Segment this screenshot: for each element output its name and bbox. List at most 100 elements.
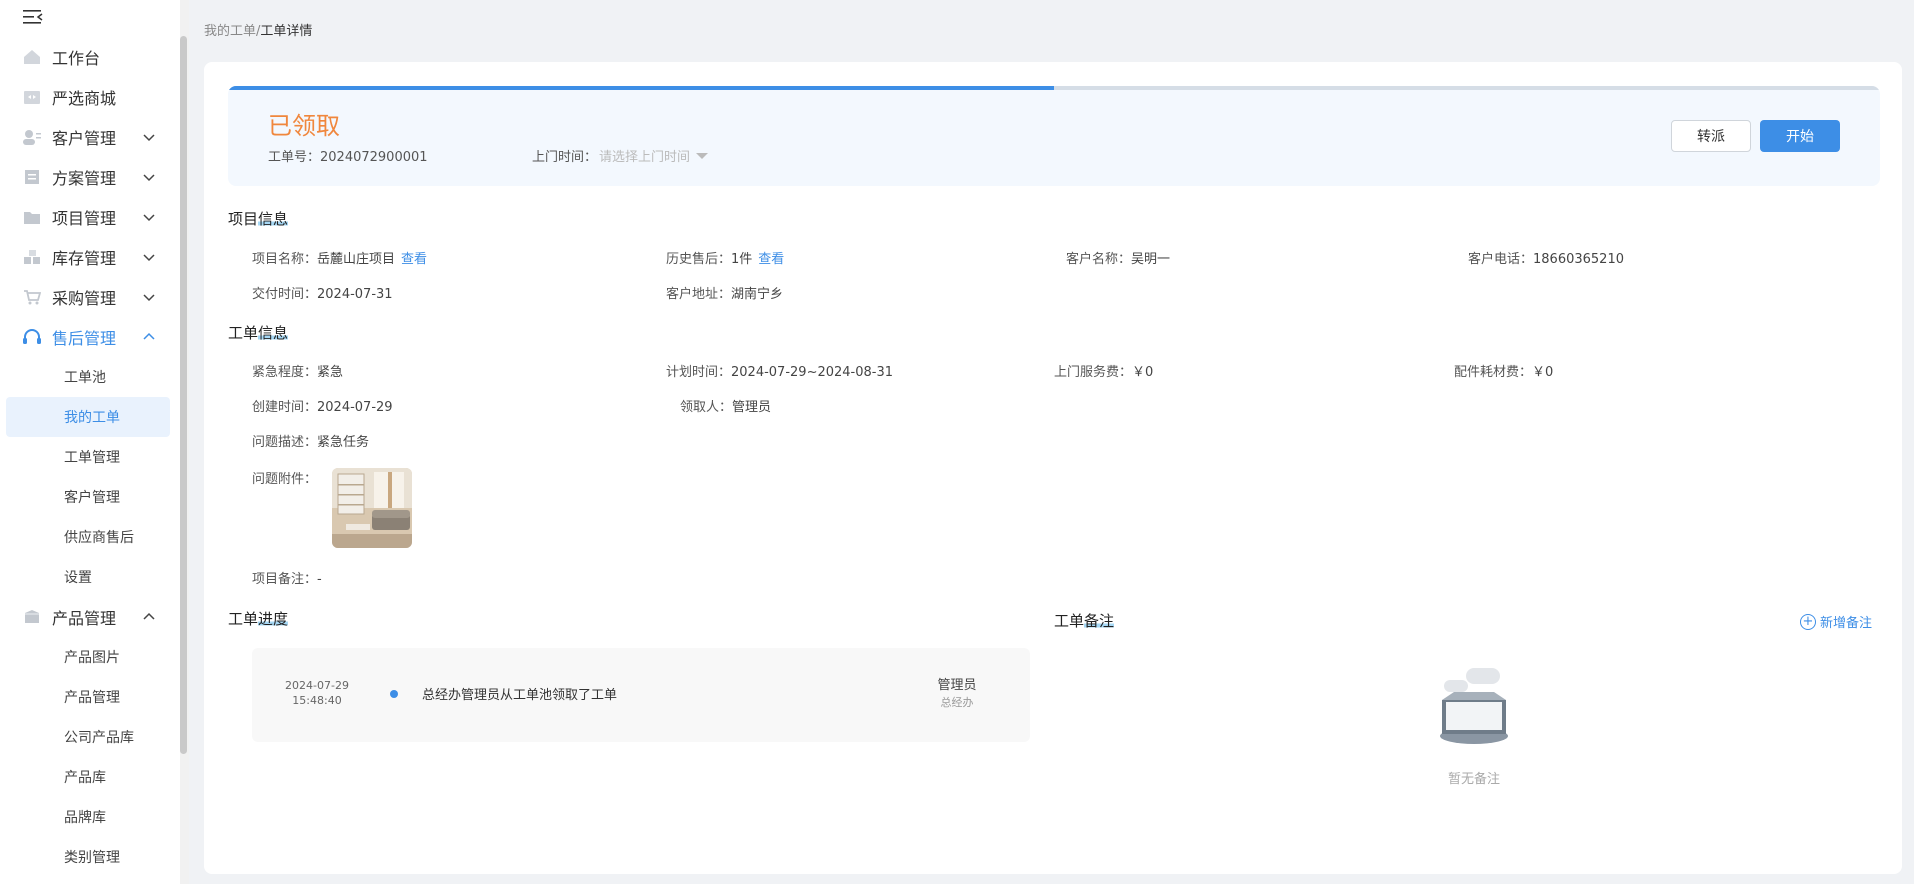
sidebar: 工作台 严选商城 客户管理 方案管理 项目管理 库存管理 采购管理 售后管理 工… — [0, 0, 180, 884]
sidebar-menu: 工作台 严选商城 客户管理 方案管理 项目管理 库存管理 采购管理 售后管理 工… — [0, 37, 178, 877]
sidebar-item-mall[interactable]: 严选商城 — [0, 77, 178, 117]
inventory-icon — [22, 248, 42, 266]
attachment-thumbnail[interactable] — [332, 468, 412, 548]
created-time-field: 创建时间：2024-07-29 — [252, 396, 393, 415]
section-title-text: 工单 — [228, 610, 259, 628]
sidebar-item-label: 售后管理 — [52, 329, 117, 348]
home-icon — [22, 48, 42, 66]
section-title-highlight: 信息 — [258, 324, 289, 342]
headset-icon — [22, 328, 42, 346]
timeline-date: 2024-07-29 — [285, 679, 349, 692]
timeline-user: 管理员 — [937, 678, 977, 693]
sidebar-item-label: 严选商城 — [52, 89, 117, 108]
field-label: 问题描述： — [252, 435, 318, 450]
timeline-dot-icon — [390, 690, 398, 698]
chevron-down-icon — [143, 294, 155, 302]
sidebar-item-label: 产品管理 — [52, 609, 117, 628]
sidebar-item-products[interactable]: 产品管理 — [0, 597, 178, 637]
chevron-up-icon — [143, 332, 155, 340]
delivery-time-field: 交付时间：2024-07-31 — [252, 283, 393, 302]
field-label: 配件耗材费： — [1454, 365, 1533, 380]
plus-circle-icon: + — [1800, 613, 1816, 630]
status-card: 已领取 工单号：2024072900001 上门时间： 请选择上门时间 转派 开… — [228, 86, 1880, 186]
sidebar-sub-my-orders[interactable]: 我的工单 — [6, 397, 170, 437]
sidebar-item-label: 项目管理 — [52, 209, 117, 228]
chevron-down-icon — [143, 134, 155, 142]
sidebar-sub-settings[interactable]: 设置 — [0, 557, 178, 597]
breadcrumb-current: 工单详情 — [260, 24, 313, 39]
field-label: 领取人： — [680, 400, 733, 415]
customer-phone-field: 客户电话：18660365210 — [1468, 248, 1624, 267]
field-value: 2024-07-29~2024-08-31 — [731, 365, 894, 380]
project-info-title: 项目信息 — [228, 208, 289, 229]
urgency-field: 紧急程度：紧急 — [252, 361, 343, 380]
section-title-highlight: 备注 — [1084, 612, 1115, 630]
sidebar-sub-category-management[interactable]: 类别管理 — [0, 837, 178, 877]
order-notes-title: 工单备注 — [1054, 610, 1115, 631]
field-label: 客户电话： — [1468, 252, 1534, 267]
start-button[interactable]: 开始 — [1760, 120, 1840, 152]
field-label: 紧急程度： — [252, 365, 318, 380]
field-value: ￥0 — [1132, 365, 1154, 380]
caret-down-icon[interactable] — [696, 152, 709, 159]
view-project-link[interactable]: 查看 — [401, 252, 427, 267]
field-label: 创建时间： — [252, 400, 318, 415]
field-value: 管理员 — [732, 400, 772, 415]
sidebar-item-projects[interactable]: 项目管理 — [0, 197, 178, 237]
field-value: 湖南宁乡 — [731, 287, 784, 302]
progress-timeline: 2024-07-29 15:48:40 总经办管理员从工单池领取了工单 管理员 … — [252, 648, 1030, 742]
sidebar-item-workbench[interactable]: 工作台 — [0, 37, 178, 77]
field-label: 问题附件： — [252, 472, 318, 487]
sidebar-sub-brand-library[interactable]: 品牌库 — [0, 797, 178, 837]
field-value: 吴明一 — [1131, 252, 1171, 267]
sidebar-sub-order-management[interactable]: 工单管理 — [0, 437, 178, 477]
sidebar-item-label: 库存管理 — [52, 249, 117, 268]
sidebar-sub-company-products[interactable]: 公司产品库 — [0, 717, 178, 757]
sidebar-item-inventory[interactable]: 库存管理 — [0, 237, 178, 277]
sidebar-item-customers[interactable]: 客户管理 — [0, 117, 178, 157]
breadcrumb-parent[interactable]: 我的工单 — [204, 24, 256, 39]
timeline-event-text: 总经办管理员从工单池领取了工单 — [422, 688, 618, 703]
status-title: 已领取 — [268, 112, 340, 140]
sidebar-sub-product-management[interactable]: 产品管理 — [0, 677, 178, 717]
field-value: - — [317, 572, 322, 587]
field-value: 2024-07-29 — [317, 400, 393, 415]
sidebar-sub-customer-management[interactable]: 客户管理 — [0, 477, 178, 517]
project-name-field: 项目名称：岳麓山庄项目 查看 — [252, 248, 427, 267]
scheme-icon — [22, 168, 42, 186]
sidebar-sub-product-library[interactable]: 产品库 — [0, 757, 178, 797]
plan-time-field: 计划时间：2024-07-29~2024-08-31 — [666, 361, 893, 380]
status-progress-track — [228, 86, 1880, 90]
sidebar-sub-order-pool[interactable]: 工单池 — [0, 357, 178, 397]
history-aftersales-field: 历史售后：1件 查看 — [666, 248, 784, 267]
sidebar-item-aftersales[interactable]: 售后管理 — [0, 317, 178, 357]
box-icon — [22, 608, 42, 626]
customer-address-field: 客户地址：湖南宁乡 — [666, 283, 783, 302]
section-title-highlight: 进度 — [258, 610, 289, 628]
chevron-up-icon — [143, 612, 155, 620]
visit-time-select[interactable]: 请选择上门时间 — [599, 146, 690, 165]
menu-collapse-icon[interactable] — [22, 8, 44, 26]
order-info-title: 工单信息 — [228, 322, 289, 343]
section-title-highlight: 信息 — [258, 210, 289, 228]
sidebar-item-schemes[interactable]: 方案管理 — [0, 157, 178, 197]
order-number: 工单号：2024072900001 — [268, 146, 428, 165]
section-title-text: 工单 — [228, 324, 259, 342]
transfer-button[interactable]: 转派 — [1671, 120, 1751, 152]
sidebar-sub-supplier-aftersales[interactable]: 供应商售后 — [0, 517, 178, 557]
view-history-link[interactable]: 查看 — [758, 252, 784, 267]
status-progress-fill — [228, 86, 1054, 90]
sidebar-item-label: 采购管理 — [52, 289, 117, 308]
sidebar-item-purchasing[interactable]: 采购管理 — [0, 277, 178, 317]
sidebar-item-label: 方案管理 — [52, 169, 117, 188]
sidebar-scrollbar[interactable] — [180, 36, 187, 754]
customer-name-field: 客户名称：吴明一 — [1066, 248, 1170, 267]
sidebar-sub-product-images[interactable]: 产品图片 — [0, 637, 178, 677]
field-label: 计划时间： — [666, 365, 732, 380]
field-value: ￥0 — [1532, 365, 1554, 380]
add-note-button[interactable]: + 新增备注 — [1800, 612, 1872, 631]
field-value: 1件 — [731, 252, 753, 267]
service-fee-field: 上门服务费：￥0 — [1054, 361, 1153, 380]
empty-notes-text: 暂无备注 — [1447, 772, 1500, 787]
field-value: 紧急任务 — [317, 435, 370, 450]
